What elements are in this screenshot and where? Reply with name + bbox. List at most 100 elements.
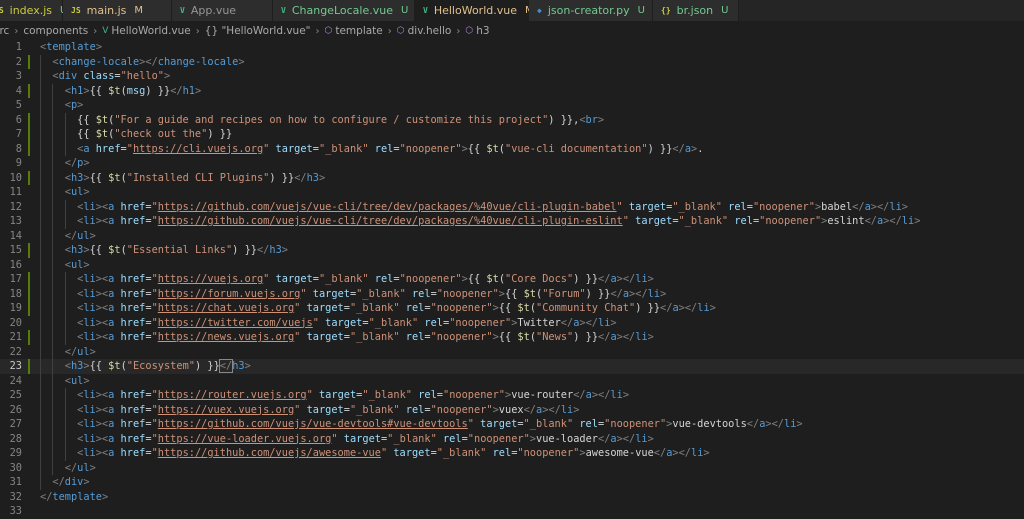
token: ><: [95, 389, 109, 401]
indent-guide: [40, 344, 41, 359]
breadcrumb-item[interactable]: ⬡ div.hello: [397, 25, 452, 37]
code-line: 18 <li><a href="https://forum.vuejs.org" …: [0, 286, 1024, 301]
file-type-icon: V: [281, 6, 286, 15]
breadcrumb-item[interactable]: ⬡ h3: [465, 25, 489, 37]
token: rel: [411, 287, 431, 300]
token: $t: [523, 287, 537, 300]
git-change-marker: [28, 330, 30, 345]
token: href: [95, 142, 121, 155]
indent-guide: [40, 214, 41, 229]
code-text: </ul>: [65, 461, 96, 476]
code-text: <li><a href="https://vuex.vuejs.org" tar…: [77, 403, 579, 418]
token: }}: [201, 360, 220, 372]
line-number: 32: [9, 490, 22, 503]
indent-guide: [52, 272, 54, 287]
code-line: 4 <h1>{{ $t(msg) }}</h1>: [0, 83, 1024, 98]
token: >: [597, 113, 605, 126]
tab-label: main.js: [86, 4, 127, 17]
token: change-locale: [58, 55, 140, 68]
code-line: 13 <li><a href="https://github.com/vuejs/…: [0, 214, 1024, 229]
tab-helloworld-vue[interactable]: VHelloWorld.vueM×: [415, 0, 551, 21]
token: li: [635, 331, 648, 343]
file-type-icon: JS: [0, 6, 4, 15]
token: "Essential Links": [126, 244, 233, 256]
line-number: 31: [9, 476, 22, 488]
code-line: 14 </ul>: [0, 228, 1024, 243]
token: ><: [95, 200, 109, 213]
token: "Installed CLI Plugins": [126, 171, 270, 184]
file-type-icon: JS: [71, 6, 81, 15]
indent-guide: [64, 330, 66, 345]
token: li: [83, 432, 96, 445]
tab-br-json[interactable]: {} br.json U: [653, 0, 739, 21]
code-line: 12 <li><a href="https://github.com/vuejs/…: [0, 199, 1024, 214]
token: ></: [616, 273, 636, 285]
token: >: [796, 418, 803, 430]
token: >: [647, 331, 654, 343]
token: $t: [517, 331, 530, 343]
indent-guide: [64, 112, 66, 127]
indent-guide: [40, 359, 41, 374]
token: ><: [95, 215, 109, 227]
line-number: 30: [9, 461, 22, 474]
token: </: [64, 461, 78, 474]
git-change-marker: [28, 170, 30, 185]
token: "For a guide and recipes on how to confi…: [114, 113, 549, 126]
breadcrumb-item[interactable]: {} "HelloWorld.vue": [205, 25, 311, 37]
token: </: [40, 490, 53, 503]
code-text: <li><a href="https://github.com/vuejs/vu…: [77, 417, 802, 432]
code-line: 26 <li><a href="https://vuex.vuejs.org" t…: [0, 402, 1024, 418]
indent-guide: [40, 460, 41, 475]
indent-guide: [40, 402, 41, 417]
breadcrumb-item[interactable]: components: [23, 25, 88, 37]
code-text: <div class="hello">: [52, 69, 170, 84]
token: {{: [89, 244, 109, 256]
token: $t: [517, 302, 530, 314]
token: target: [628, 200, 667, 213]
token: "noopener": [759, 215, 822, 227]
token: https://router.vuejs.org: [157, 389, 307, 401]
breadcrumb-item[interactable]: V HelloWorld.vue: [102, 25, 191, 37]
tab-index-js[interactable]: JSindex.jsU: [0, 0, 67, 21]
indent-guide: [40, 69, 41, 84]
token: rel: [405, 331, 425, 343]
token: {{: [89, 171, 109, 184]
token: li: [83, 316, 96, 329]
tab-changelocale-vue[interactable]: V ChangeLocale.vue U: [273, 0, 415, 21]
tab-json-creator-py[interactable]: ◆ json-creator.py U: [529, 0, 653, 21]
token: target: [325, 316, 363, 329]
code-line: 24 <ul>: [0, 373, 1024, 388]
token: $t: [108, 244, 121, 256]
token: $t: [108, 84, 121, 97]
token: "_blank": [368, 316, 419, 329]
token: https://forum.vuejs.org: [157, 287, 301, 300]
indent-guide: [40, 417, 41, 432]
indent-guide: [52, 199, 54, 214]
token: "noopener": [604, 418, 667, 430]
indent-guide: [52, 170, 54, 185]
code-line: 16 <ul>: [0, 257, 1024, 272]
tab-app-vue[interactable]: V App.vue: [172, 0, 273, 21]
token: {{: [89, 360, 109, 372]
token: rel: [374, 273, 394, 285]
token: ul: [77, 345, 90, 358]
token: href: [120, 316, 146, 329]
token: "_blank": [362, 389, 412, 401]
chevron-right-icon: ›: [387, 25, 392, 37]
chevron-right-icon: ›: [315, 25, 320, 37]
token: }}: [641, 302, 661, 314]
breadcrumb-item[interactable]: ⬡ template: [325, 25, 383, 37]
git-status-badge: U: [400, 5, 409, 16]
tab-main-js[interactable]: JS main.js M: [63, 0, 172, 21]
breadcrumb-label: HelloWorld.vue: [111, 25, 191, 37]
token: li: [83, 302, 96, 314]
token: target: [306, 302, 344, 314]
indent-guide: [40, 185, 41, 200]
token: }}: [275, 171, 295, 184]
indent-guide: [40, 54, 41, 69]
token: $t: [95, 113, 109, 126]
code-editor[interactable]: 1 <template> 2 <change-locale></change-loca…: [0, 41, 1024, 517]
token: eslint: [827, 215, 865, 227]
git-change-marker: [28, 243, 30, 258]
breadcrumb-item[interactable]: src: [0, 25, 9, 37]
